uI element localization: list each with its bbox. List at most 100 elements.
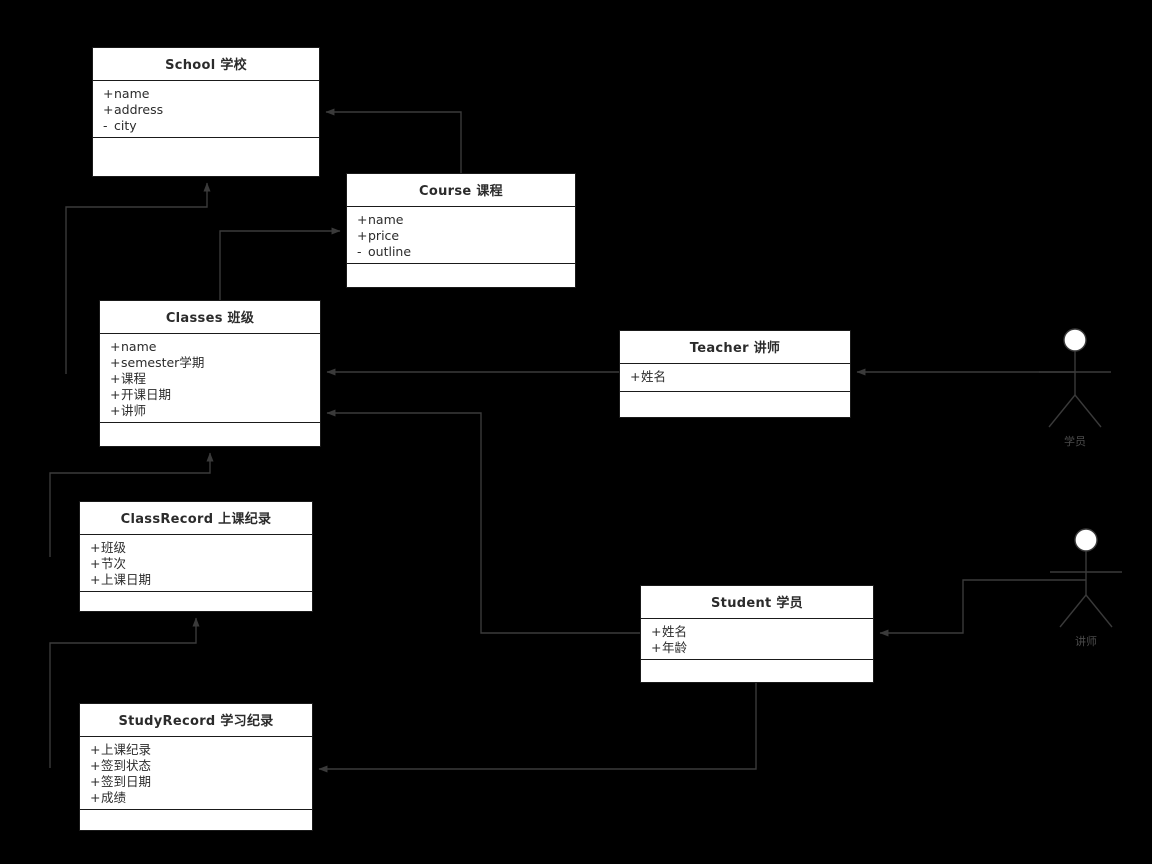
actor-head (1074, 528, 1098, 552)
attribute-name: 上课日期 (101, 572, 152, 587)
actors-group (1039, 328, 1122, 628)
attribute-name: name (114, 86, 150, 101)
attribute-visibility: + (651, 640, 662, 655)
actor-actor-teacher[interactable] (1050, 528, 1122, 628)
actor-leg-right (1074, 394, 1102, 428)
attribute-name: city (114, 118, 137, 133)
attribute-visibility: + (110, 403, 121, 418)
attribute-name: 节次 (101, 556, 127, 571)
class-operations (347, 264, 575, 287)
attribute-name: 签到日期 (101, 774, 152, 789)
attribute-visibility: + (90, 540, 101, 555)
attribute-name: 班级 (101, 540, 127, 555)
attribute-visibility: + (357, 212, 368, 227)
class-box-classrecord[interactable]: ClassRecord 上课纪录 +班级 +节次 +上课日期 (79, 501, 313, 612)
class-title: ClassRecord 上课纪录 (80, 502, 312, 535)
class-box-teacher[interactable]: Teacher 讲师 +姓名 (619, 330, 851, 418)
class-operations (80, 810, 312, 830)
edge-student-to-studyrecord (318, 683, 757, 773)
attribute-visibility: + (90, 758, 101, 773)
attribute-name: 成绩 (101, 790, 127, 805)
attribute-name: 讲师 (121, 403, 147, 418)
class-operations (80, 592, 312, 611)
actor-label-actor-teacher: 讲师 (1075, 635, 1097, 648)
class-attribute: +semester学期 (100, 355, 320, 371)
class-attribute: +班级 (80, 540, 312, 556)
class-attribute: +price (347, 228, 575, 244)
attribute-visibility: - (103, 118, 108, 133)
attribute-visibility: + (110, 355, 121, 370)
class-attribute: +开课日期 (100, 387, 320, 403)
class-attribute: - outline (347, 244, 575, 260)
edge-classes-to-course (219, 227, 341, 300)
class-attributes: +姓名 +年龄 (641, 619, 873, 660)
class-attributes: +name +price - outline (347, 207, 575, 264)
attribute-visibility: + (630, 369, 641, 384)
attribute-name: 签到状态 (101, 758, 152, 773)
attribute-name: price (368, 228, 400, 243)
class-box-course[interactable]: Course 课程 +name +price - outline (346, 173, 576, 288)
class-box-studyrecord[interactable]: StudyRecord 学习纪录 +上课纪录 +签到状态 +签到日期 +成绩 (79, 703, 313, 831)
attribute-name: name (121, 339, 157, 354)
attribute-name: 开课日期 (121, 387, 172, 402)
class-title: School 学校 (93, 48, 319, 81)
attribute-name: 上课纪录 (101, 742, 152, 757)
attribute-visibility: + (90, 572, 101, 587)
attribute-visibility: + (110, 387, 121, 402)
class-box-student[interactable]: Student 学员 +姓名 +年龄 (640, 585, 874, 683)
class-attributes: +姓名 (620, 364, 850, 392)
class-operations (641, 660, 873, 682)
class-attribute: +签到日期 (80, 774, 312, 790)
attribute-visibility: + (90, 742, 101, 757)
class-title: Course 课程 (347, 174, 575, 207)
attribute-visibility: - (357, 244, 362, 259)
attribute-name: name (368, 212, 404, 227)
edge-course-to-school (325, 108, 462, 173)
class-attributes: +name +address - city (93, 81, 319, 138)
attribute-name: 姓名 (641, 369, 667, 384)
class-attribute: +年龄 (641, 640, 873, 656)
edge-student-to-classes (326, 409, 640, 634)
class-operations (93, 138, 319, 176)
edge-actor-student-to-student (879, 579, 1086, 637)
attribute-name: 年龄 (662, 640, 688, 655)
class-box-classes[interactable]: Classes 班级 +name +semester学期 +课程 +开课日期 +讲师 (99, 300, 321, 447)
class-attribute: +上课日期 (80, 572, 312, 588)
class-attribute: +name (100, 339, 320, 355)
class-attribute: +name (347, 212, 575, 228)
class-attribute: +讲师 (100, 403, 320, 419)
class-title: Teacher 讲师 (620, 331, 850, 364)
class-attribute: +name (93, 86, 319, 102)
uml-class-diagram: School 学校 +name +address - city Course 课程 +nam… (0, 0, 1152, 864)
class-operations (100, 423, 320, 446)
actor-leg-left (1059, 594, 1087, 628)
class-attributes: +班级 +节次 +上课日期 (80, 535, 312, 592)
attribute-visibility: + (357, 228, 368, 243)
attribute-name: semester学期 (121, 355, 205, 370)
class-attribute: - city (93, 118, 319, 134)
class-attributes: +上课纪录 +签到状态 +签到日期 +成绩 (80, 737, 312, 810)
class-title: StudyRecord 学习纪录 (80, 704, 312, 737)
class-title: Classes 班级 (100, 301, 320, 334)
class-title: Student 学员 (641, 586, 873, 619)
class-operations (620, 392, 850, 417)
actor-head (1063, 328, 1087, 352)
attribute-visibility: + (103, 86, 114, 101)
class-attributes: +name +semester学期 +课程 +开课日期 +讲师 (100, 334, 320, 423)
attribute-visibility: + (651, 624, 662, 639)
attribute-visibility: + (110, 371, 121, 386)
actor-leg-right (1085, 594, 1113, 628)
attribute-visibility: + (90, 790, 101, 805)
actor-leg-left (1048, 394, 1076, 428)
attribute-visibility: + (90, 556, 101, 571)
actor-actor-student[interactable] (1039, 328, 1111, 428)
class-attribute: +节次 (80, 556, 312, 572)
class-attribute: +课程 (100, 371, 320, 387)
attribute-name: 课程 (121, 371, 147, 386)
attribute-name: address (114, 102, 164, 117)
attribute-visibility: + (110, 339, 121, 354)
class-attribute: +address (93, 102, 319, 118)
actor-label-actor-student: 学员 (1064, 435, 1086, 448)
class-box-school[interactable]: School 学校 +name +address - city (92, 47, 320, 177)
attribute-visibility: + (90, 774, 101, 789)
